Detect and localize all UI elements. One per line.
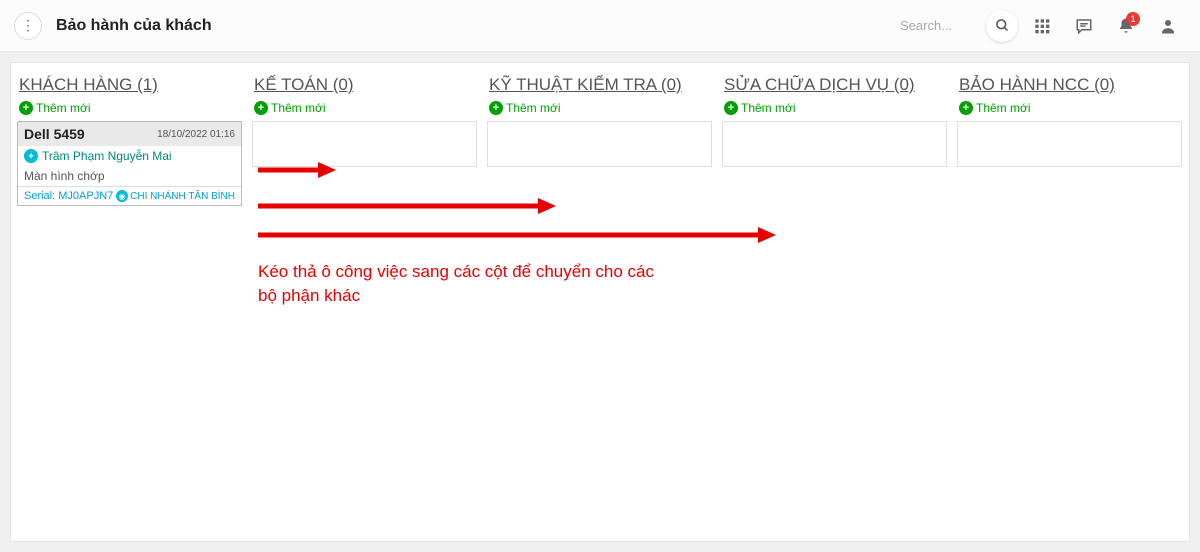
- apps-icon: [1034, 18, 1050, 34]
- plus-icon: +: [959, 101, 973, 115]
- customer-icon: ✦: [24, 149, 38, 163]
- plus-icon: +: [19, 101, 33, 115]
- column-dropzone[interactable]: [722, 121, 947, 167]
- column-bao-hanh-ncc: BẢO HÀNH NCC (0) + Thêm mới: [957, 69, 1182, 535]
- customer-name[interactable]: Trâm Phạm Nguyễn Mai: [42, 149, 172, 163]
- column-khach-hang: KHÁCH HÀNG (1) + Thêm mới Dell 5459 18/1…: [17, 69, 242, 535]
- search-button[interactable]: [986, 10, 1018, 42]
- notification-badge: 1: [1126, 12, 1140, 26]
- add-label: Thêm mới: [741, 101, 796, 115]
- more-vert-icon: ⋮: [21, 17, 35, 34]
- column-title[interactable]: BẢO HÀNH NCC (0): [957, 69, 1182, 99]
- card-customer-row: ✦ Trâm Phạm Nguyễn Mai: [18, 146, 241, 166]
- column-title[interactable]: KẾ TOÁN (0): [252, 69, 477, 99]
- column-dropzone[interactable]: [252, 121, 477, 167]
- column-title[interactable]: SỬA CHỮA DỊCH VỤ (0): [722, 69, 947, 99]
- add-label: Thêm mới: [36, 101, 91, 115]
- search-icon: [995, 18, 1010, 33]
- pin-icon: ◉: [116, 190, 128, 202]
- column-title[interactable]: KHÁCH HÀNG (1): [17, 69, 242, 99]
- card-date: 18/10/2022 01:16: [157, 129, 235, 140]
- add-card-button[interactable]: + Thêm mới: [957, 99, 1182, 121]
- card-title: Dell 5459: [24, 126, 85, 142]
- card-description: Màn hình chớp: [18, 166, 241, 186]
- add-label: Thêm mới: [976, 101, 1031, 115]
- add-label: Thêm mới: [271, 101, 326, 115]
- user-button[interactable]: [1150, 8, 1186, 44]
- app-header: ⋮ Bảo hành của khách 1: [0, 0, 1200, 52]
- column-sua-chua: SỬA CHỮA DỊCH VỤ (0) + Thêm mới: [722, 69, 947, 535]
- add-card-button[interactable]: + Thêm mới: [487, 99, 712, 121]
- branch-label[interactable]: ◉ CHI NHÁNH TÂN BÌNH: [116, 190, 235, 202]
- column-dropzone[interactable]: [957, 121, 1182, 167]
- column-dropzone[interactable]: [487, 121, 712, 167]
- notifications-button[interactable]: 1: [1108, 8, 1144, 44]
- add-label: Thêm mới: [506, 101, 561, 115]
- page-title: Bảo hành của khách: [56, 17, 212, 35]
- add-card-button[interactable]: + Thêm mới: [252, 99, 477, 121]
- plus-icon: +: [724, 101, 738, 115]
- card-header: Dell 5459 18/10/2022 01:16: [18, 122, 241, 146]
- message-icon: [1075, 17, 1093, 35]
- column-title[interactable]: KỸ THUẬT KIỂM TRA (0): [487, 69, 712, 99]
- plus-icon: +: [254, 101, 268, 115]
- serial-label[interactable]: Serial: MJ0APJN7: [24, 190, 113, 202]
- add-card-button[interactable]: + Thêm mới: [17, 99, 242, 121]
- user-icon: [1159, 17, 1177, 35]
- plus-icon: +: [489, 101, 503, 115]
- messages-button[interactable]: [1066, 8, 1102, 44]
- menu-button[interactable]: ⋮: [14, 12, 42, 40]
- annotation-text: Kéo thả ô công việc sang các cột để chuy…: [258, 260, 658, 308]
- add-card-button[interactable]: + Thêm mới: [722, 99, 947, 121]
- warranty-card[interactable]: Dell 5459 18/10/2022 01:16 ✦ Trâm Phạm N…: [17, 121, 242, 206]
- branch-text: CHI NHÁNH TÂN BÌNH: [130, 191, 235, 202]
- search-input[interactable]: [900, 18, 980, 33]
- apps-button[interactable]: [1024, 8, 1060, 44]
- card-footer: Serial: MJ0APJN7 ◉ CHI NHÁNH TÂN BÌNH: [18, 186, 241, 205]
